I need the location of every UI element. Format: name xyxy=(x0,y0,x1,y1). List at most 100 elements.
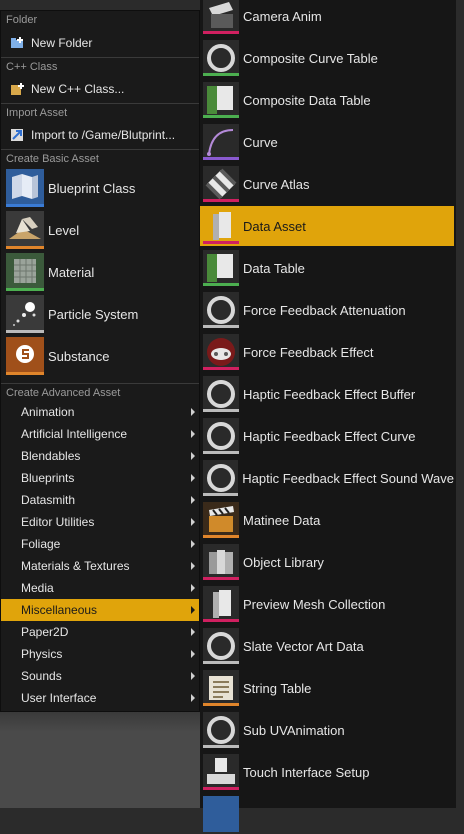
force-feedback-attenuation-icon xyxy=(203,292,239,328)
item-sub-uv-animation[interactable]: Sub UVAnimation xyxy=(200,710,454,750)
adv-item-label: Artificial Intelligence xyxy=(21,427,128,441)
force-feedback-effect-icon xyxy=(203,334,239,370)
item-label: Force Feedback Attenuation xyxy=(243,302,406,318)
section-header-cpp: C++ Class xyxy=(1,57,199,75)
basic-item-label: Substance xyxy=(48,348,110,364)
basic-item-particle-system[interactable]: Particle System xyxy=(1,293,199,335)
substance-icon xyxy=(6,337,44,375)
adv-item-animation[interactable]: Animation xyxy=(1,401,199,423)
miscellaneous-submenu: Camera Anim Composite Curve Table Compos… xyxy=(200,0,464,832)
adv-item-label: Media xyxy=(21,581,54,595)
item-label: Composite Data Table xyxy=(243,92,371,108)
item-matinee-data[interactable]: Matinee Data xyxy=(200,500,454,540)
item-data-asset[interactable]: Data Asset xyxy=(200,206,454,246)
curve-icon xyxy=(203,124,239,160)
basic-item-substance[interactable]: Substance xyxy=(1,335,199,377)
item-object-library[interactable]: Object Library xyxy=(200,542,454,582)
adv-item-materials-textures[interactable]: Materials & Textures xyxy=(1,555,199,577)
new-folder-label: New Folder xyxy=(31,36,93,50)
adv-item-label: Materials & Textures xyxy=(21,559,130,573)
basic-item-blueprint-class[interactable]: Blueprint Class xyxy=(1,167,199,209)
chevron-right-icon xyxy=(191,694,195,702)
item-label: Sub UVAnimation xyxy=(243,722,345,738)
adv-item-foliage[interactable]: Foliage xyxy=(1,533,199,555)
adv-item-blueprints[interactable]: Blueprints xyxy=(1,467,199,489)
adv-item-artificial-intelligence[interactable]: Artificial Intelligence xyxy=(1,423,199,445)
item-composite-curve-table[interactable]: Composite Curve Table xyxy=(200,38,454,78)
item-label: Curve xyxy=(243,134,278,150)
level-icon xyxy=(6,211,44,249)
item-label: Object Library xyxy=(243,554,324,570)
adv-item-miscellaneous[interactable]: Miscellaneous xyxy=(1,599,199,621)
chevron-right-icon xyxy=(191,430,195,438)
item-force-feedback-attenuation[interactable]: Force Feedback Attenuation xyxy=(200,290,454,330)
item-haptic-feedback-effect-buffer[interactable]: Haptic Feedback Effect Buffer xyxy=(200,374,454,414)
add-new-menu: Folder New Folder C++ Class New C++ Clas… xyxy=(0,10,200,712)
adv-item-label: Miscellaneous xyxy=(21,603,98,617)
adv-item-label: Foliage xyxy=(21,537,61,551)
item-label: Curve Atlas xyxy=(243,176,310,192)
chevron-right-icon xyxy=(191,496,195,504)
item-camera-anim[interactable]: Camera Anim xyxy=(200,0,454,36)
composite-data-table-icon xyxy=(203,82,239,118)
item-force-feedback-effect[interactable]: Force Feedback Effect xyxy=(200,332,454,372)
blueprint-class-icon xyxy=(6,169,44,207)
adv-item-physics[interactable]: Physics xyxy=(1,643,199,665)
chevron-right-icon xyxy=(191,606,195,614)
chevron-right-icon xyxy=(191,628,195,636)
adv-item-label: Editor Utilities xyxy=(21,515,95,529)
item-label: Slate Vector Art Data xyxy=(243,638,364,654)
adv-item-paper2d[interactable]: Paper2D xyxy=(1,621,199,643)
item-data-table[interactable]: Data Table xyxy=(200,248,454,288)
adv-item-editor-utilities[interactable]: Editor Utilities xyxy=(1,511,199,533)
basic-item-material[interactable]: Material xyxy=(1,251,199,293)
new-folder-item[interactable]: New Folder xyxy=(1,29,199,57)
composite-curve-table-icon xyxy=(203,40,239,76)
item-curve[interactable]: Curve xyxy=(200,122,454,162)
cpp-class-icon xyxy=(9,81,25,97)
item-curve-atlas[interactable]: Curve Atlas xyxy=(200,164,454,204)
item-slate-vector-art-data[interactable]: Slate Vector Art Data xyxy=(200,626,454,666)
import-asset-item[interactable]: Import to /Game/Blutprint... xyxy=(1,121,199,149)
import-icon xyxy=(9,127,25,143)
chevron-right-icon xyxy=(191,518,195,526)
item-label: Touch Interface Setup xyxy=(243,764,370,780)
adv-item-label: Animation xyxy=(21,405,75,419)
adv-item-datasmith[interactable]: Datasmith xyxy=(1,489,199,511)
chevron-right-icon xyxy=(191,408,195,416)
item-label: Haptic Feedback Effect Sound Wave xyxy=(242,470,454,486)
chevron-right-icon xyxy=(191,650,195,658)
basic-item-level[interactable]: Level xyxy=(1,209,199,251)
chevron-right-icon xyxy=(191,540,195,548)
background-panel xyxy=(0,712,200,808)
new-folder-icon xyxy=(9,35,25,51)
haptic-feedback-effect-sound-wave-icon xyxy=(203,460,239,496)
item-label: Force Feedback Effect xyxy=(243,344,374,360)
item-haptic-feedback-effect-sound-wave[interactable]: Haptic Feedback Effect Sound Wave xyxy=(200,458,454,498)
adv-item-blendables[interactable]: Blendables xyxy=(1,445,199,467)
item-label: Composite Curve Table xyxy=(243,50,378,66)
item-string-table[interactable]: String Table xyxy=(200,668,454,708)
adv-item-media[interactable]: Media xyxy=(1,577,199,599)
data-table-icon xyxy=(203,250,239,286)
adv-item-label: Paper2D xyxy=(21,625,69,639)
item-label: Preview Mesh Collection xyxy=(243,596,386,612)
chevron-right-icon xyxy=(191,672,195,680)
item-touch-interface-setup[interactable]: Touch Interface Setup xyxy=(200,752,454,792)
item-preview-mesh-collection[interactable]: Preview Mesh Collection xyxy=(200,584,454,624)
adv-item-label: Blendables xyxy=(21,449,81,463)
chevron-right-icon xyxy=(191,584,195,592)
camera-anim-icon xyxy=(203,0,239,34)
section-header-folder: Folder xyxy=(6,14,38,26)
adv-item-sounds[interactable]: Sounds xyxy=(1,665,199,687)
item-composite-data-table[interactable]: Composite Data Table xyxy=(200,80,454,120)
new-cpp-class-item[interactable]: New C++ Class... xyxy=(1,75,199,103)
touch-interface-setup-icon xyxy=(203,754,239,790)
blueprint-icon xyxy=(203,796,239,832)
item-haptic-feedback-effect-curve[interactable]: Haptic Feedback Effect Curve xyxy=(200,416,454,456)
adv-item-user-interface[interactable]: User Interface xyxy=(1,687,199,709)
item-label: Haptic Feedback Effect Buffer xyxy=(243,386,416,402)
curve-atlas-icon xyxy=(203,166,239,202)
item-partial-next[interactable] xyxy=(200,794,454,834)
section-header-import: Import Asset xyxy=(1,103,199,121)
